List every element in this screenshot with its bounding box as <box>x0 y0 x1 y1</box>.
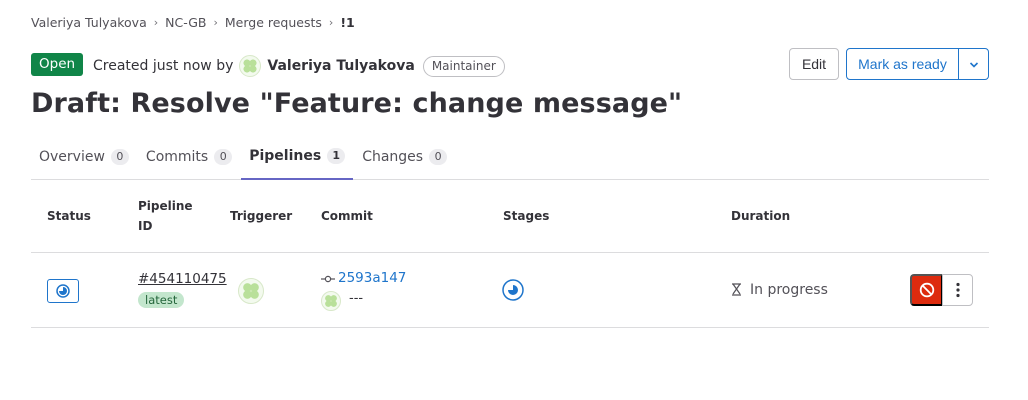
tab-label: Commits <box>145 148 209 165</box>
breadcrumb-merge-requests[interactable]: Merge requests <box>225 15 322 30</box>
mark-as-ready-button[interactable]: Mark as ready <box>846 48 959 80</box>
triggerer-avatar[interactable] <box>238 278 264 304</box>
tab-count: 0 <box>214 148 233 165</box>
latest-badge: latest <box>138 292 185 308</box>
column-header-commit: Commit <box>321 209 373 223</box>
commit-message[interactable]: --- <box>349 291 363 306</box>
tab-label: Overview <box>39 148 105 165</box>
tab-overview[interactable]: Overview 0 <box>31 134 137 179</box>
edit-button[interactable]: Edit <box>789 48 839 80</box>
commit-author-avatar[interactable] <box>321 291 341 311</box>
tab-count: 1 <box>327 148 346 164</box>
tab-commits[interactable]: Commits 0 <box>138 134 240 179</box>
breadcrumb-project[interactable]: NC-GB <box>165 15 206 30</box>
stage-running-icon[interactable] <box>502 279 524 301</box>
page-title: Draft: Resolve "Feature: change message" <box>31 88 683 119</box>
tab-changes[interactable]: Changes 0 <box>354 134 455 179</box>
tab-count: 0 <box>110 148 129 165</box>
created-text: Created just now by <box>93 58 234 74</box>
created-info: Created just now by Valeriya Tulyakova M… <box>93 55 505 77</box>
more-actions-button[interactable] <box>942 274 973 306</box>
column-header-status: Status <box>47 209 91 223</box>
column-header-duration: Duration <box>731 209 791 223</box>
column-header-pipeline-id: Pipeline ID <box>138 199 193 233</box>
author-link[interactable]: Valeriya Tulyakova <box>267 58 414 74</box>
chevron-right-icon: › <box>153 16 159 29</box>
table-row: #454110475 latest 2593a147 --- In progre… <box>31 253 989 328</box>
commit-sha-link[interactable]: 2593a147 <box>338 270 406 286</box>
cancel-icon <box>919 282 934 298</box>
status-badge: Open <box>31 53 84 76</box>
role-badge: Maintainer <box>422 55 505 77</box>
chevron-right-icon: › <box>328 16 334 29</box>
tab-label: Pipelines <box>249 148 322 164</box>
pipeline-status-badge[interactable] <box>47 279 79 303</box>
author-avatar[interactable] <box>239 55 262 77</box>
breadcrumb: Valeriya Tulyakova › NC-GB › Merge reque… <box>31 15 355 30</box>
status-running-icon <box>56 284 70 298</box>
breadcrumb-user[interactable]: Valeriya Tulyakova <box>31 15 147 30</box>
column-header-stages: Stages <box>503 209 550 223</box>
pipeline-id-link[interactable]: #454110475 <box>138 271 227 287</box>
ellipsis-v-icon <box>955 282 960 298</box>
tab-label: Changes <box>362 148 424 165</box>
mr-tabs: Overview 0 Commits 0 Pipelines 1 Changes… <box>31 134 989 180</box>
column-header-triggerer: Triggerer <box>230 209 293 223</box>
cancel-pipeline-button[interactable] <box>910 274 943 306</box>
tab-pipelines[interactable]: Pipelines 1 <box>241 134 354 180</box>
chevron-down-icon <box>969 62 978 68</box>
mark-as-ready-dropdown-button[interactable] <box>958 48 989 80</box>
breadcrumb-mr-id[interactable]: !1 <box>340 15 354 30</box>
hourglass-icon <box>732 283 741 296</box>
commit-icon <box>321 275 335 283</box>
duration-text: In progress <box>750 282 828 298</box>
tab-count: 0 <box>429 148 448 165</box>
pipelines-table-header: Status Pipeline ID Triggerer Commit Stag… <box>31 181 989 253</box>
chevron-right-icon: › <box>213 16 218 29</box>
